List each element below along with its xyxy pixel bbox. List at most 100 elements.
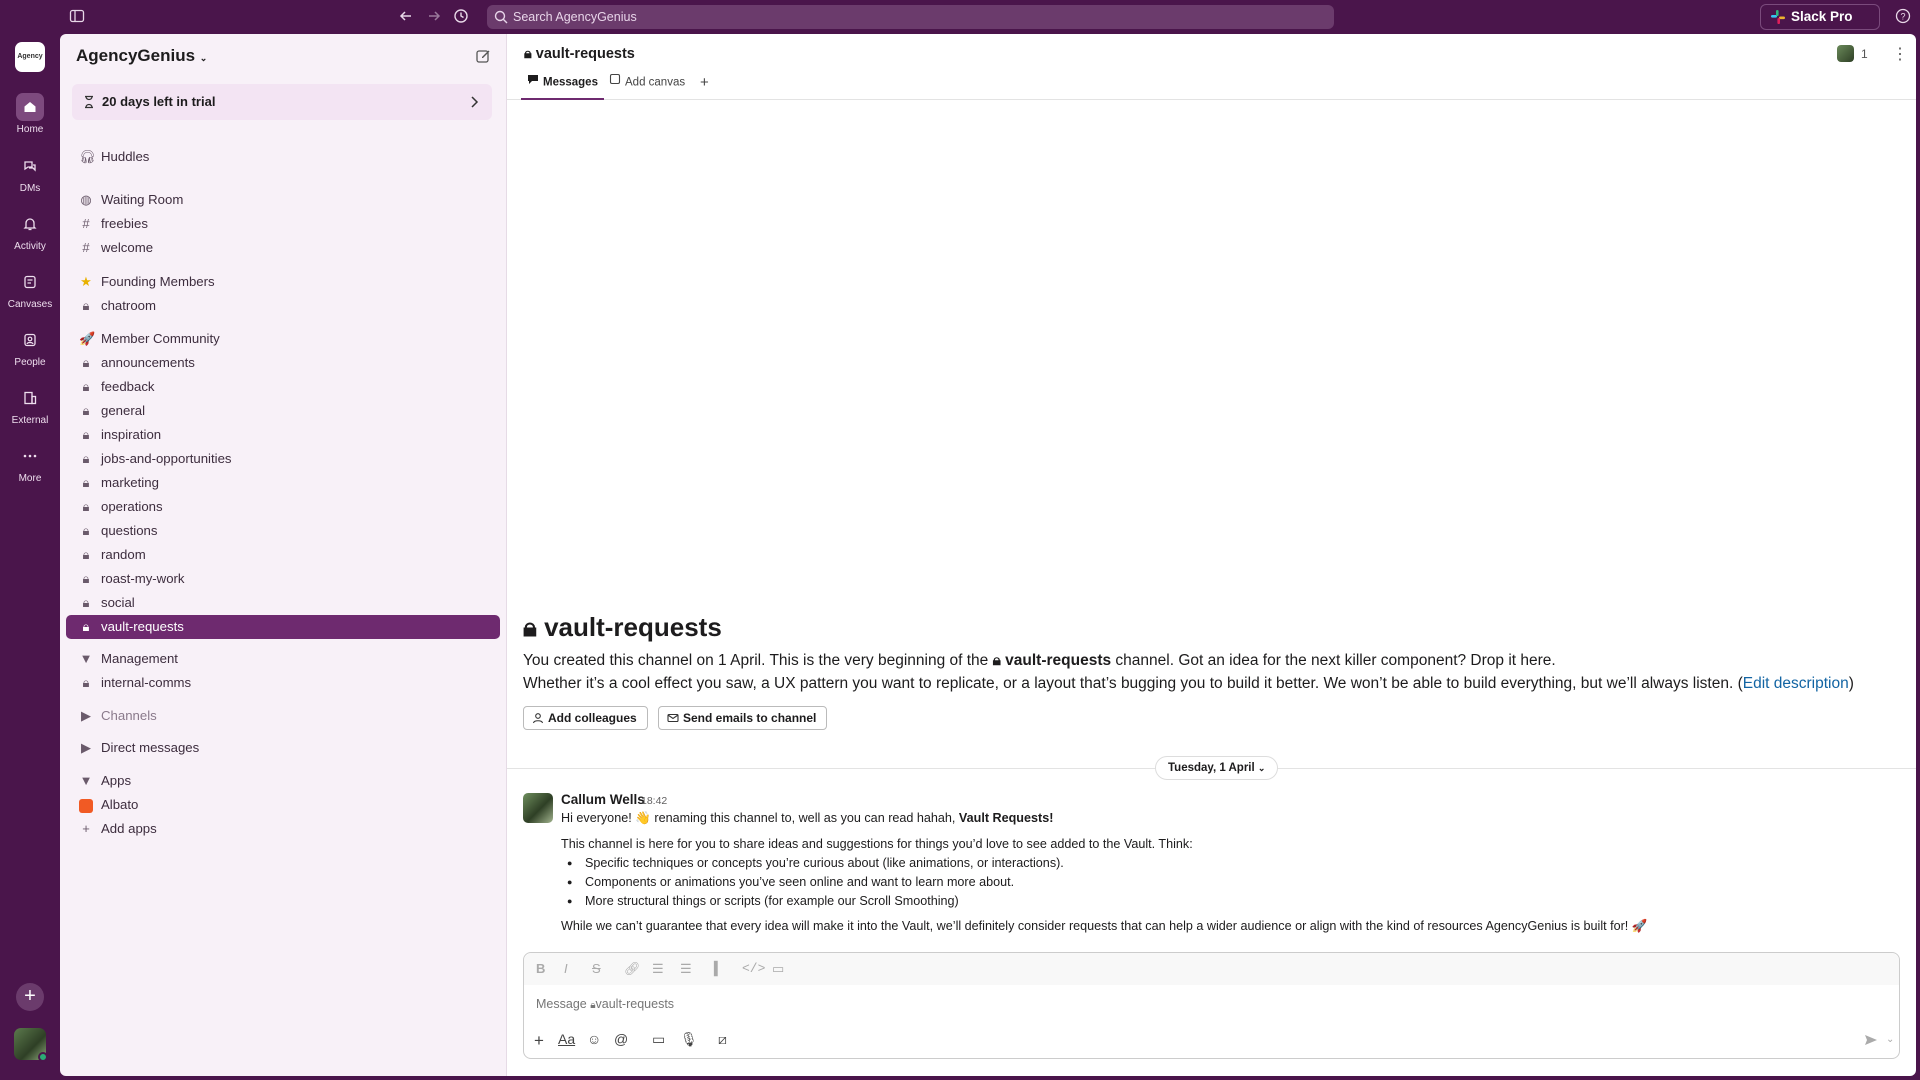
ordered-list-icon[interactable]: ☰ [652,961,664,977]
add-tab-button[interactable]: + [700,70,709,100]
date-divider[interactable]: Tuesday, 1 April ⌄ [1155,756,1279,780]
emoji-icon[interactable]: ☺ [587,1031,601,1047]
italic-icon[interactable]: I [564,961,568,976]
message-author[interactable]: Callum Wells [561,792,645,807]
code-block-icon[interactable]: ▭ [772,961,784,977]
compose-icon[interactable] [475,48,491,69]
send-emails-button[interactable]: Send emails to channel [658,706,828,730]
section-management[interactable]: ▼ Management [66,647,500,671]
rail-people[interactable]: People [0,326,60,368]
rail-people-label: People [14,357,46,368]
video-icon[interactable]: ▭ [652,1031,665,1048]
attach-plus-icon[interactable]: + [534,1031,544,1051]
section-apps[interactable]: ▼ Apps [66,769,500,793]
lock-icon: 🔒︎ [82,675,90,690]
dms-icon [16,152,44,180]
caret-right-icon: ▶ [81,708,91,723]
rail-home[interactable]: Home [0,93,60,135]
message-line-1: Hi everyone! 👋 renaming this channel to,… [561,811,1054,825]
sidebar-item-operations[interactable]: 🔒︎ operations [66,495,500,519]
sidebar-item-freebies[interactable]: # freebies [66,212,500,236]
lock-icon: 🔒︎ [82,523,90,538]
message-icon [527,70,539,95]
help-icon[interactable]: ? [1895,8,1913,26]
more-options-icon[interactable]: ⋮ [1892,44,1908,64]
tab-messages[interactable]: Messages [521,70,604,100]
lock-icon: 🔒︎ [82,427,90,442]
rail-dms[interactable]: DMs [0,152,60,194]
bulleted-list-icon[interactable]: ☰ [680,961,692,977]
members-button[interactable]: 1 [1837,44,1877,64]
sidebar-item-huddles[interactable]: 🎧︎ Huddles [66,145,500,169]
sidebar-item-questions[interactable]: 🔒︎ questions [66,519,500,543]
chevron-down-icon: ⌄ [199,53,208,63]
message-bullet: More structural things or scripts (for e… [567,894,959,908]
trial-banner[interactable]: 20 days left in trial [72,84,492,120]
send-options-chevron-icon[interactable]: ⌄ [1886,1034,1894,1045]
workspace-logo[interactable]: Agency [15,42,45,72]
sidebar-item-waiting-room[interactable]: ◍ Waiting Room [66,188,500,212]
channel-header-title[interactable]: 🔒︎ vault-requests [524,46,635,62]
sidebar-item-founding-members[interactable]: ★ Founding Members [66,270,500,294]
rail-activity[interactable]: Activity [0,210,60,252]
user-avatar[interactable] [14,1028,48,1062]
lock-icon: 🔒︎ [524,46,532,62]
home-icon [16,93,44,121]
history-icon[interactable] [453,8,471,26]
email-icon [667,713,679,723]
sidebar-item-member-community[interactable]: 🚀 Member Community [66,327,500,351]
slash-command-icon[interactable]: ⧄ [718,1031,727,1048]
create-new-button[interactable]: + [16,983,44,1011]
sidebar-item-roast-my-work[interactable]: 🔒︎ roast-my-work [66,567,500,591]
search-input[interactable]: Search AgencyGenius [487,5,1334,29]
rail-more[interactable]: More [0,442,60,484]
blockquote-icon[interactable]: ▍ [714,961,724,977]
mention-icon[interactable]: @ [614,1031,628,1047]
caret-down-icon: ▼ [79,651,93,666]
sidebar-item-welcome[interactable]: # welcome [66,236,500,260]
tab-add-canvas[interactable]: Add canvas [609,70,685,100]
lock-icon: 🔒︎ [82,619,90,634]
edit-description-link[interactable]: Edit description [1743,675,1849,692]
strikethrough-icon[interactable]: S [592,961,601,976]
sidebar-item-general[interactable]: 🔒︎ general [66,399,500,423]
trial-text: 20 days left in trial [102,94,216,109]
send-icon[interactable] [1864,1033,1878,1052]
sidebar-item-vault-requests[interactable]: 🔒︎ vault-requests [66,615,500,639]
message-input[interactable]: Message 🔒︎vault-requests [536,997,674,1011]
sidebar-item-feedback[interactable]: 🔒︎ feedback [66,375,500,399]
message-avatar[interactable] [523,793,553,823]
bold-icon[interactable]: B [536,961,545,976]
sidebar-item-marketing[interactable]: 🔒︎ marketing [66,471,500,495]
back-arrow-icon[interactable] [398,8,416,26]
formatting-toggle[interactable]: Aa [558,1031,575,1047]
sidebar-item-albato[interactable]: Albato [66,793,500,817]
sidebar-item-social[interactable]: 🔒︎ social [66,591,500,615]
sidebar-item-inspiration[interactable]: 🔒︎ inspiration [66,423,500,447]
canvas-icon [16,268,44,296]
workspace-menu[interactable]: AgencyGenius ⌄ [76,46,207,66]
forward-arrow-icon[interactable] [426,8,444,26]
microphone-icon[interactable]: 🎙︎ [680,1031,698,1048]
person-icon [532,713,544,724]
svg-text:?: ? [1900,12,1905,22]
sidebar-item-internal-comms[interactable]: 🔒︎ internal-comms [66,671,500,695]
sidebar-item-chatroom[interactable]: 🔒︎ chatroom [66,294,500,318]
sidebar-item-random[interactable]: 🔒︎ random [66,543,500,567]
slack-pro-trial-button[interactable]: Slack Pro trial [1760,4,1880,48]
sidebar-item-add-apps[interactable]: + Add apps [66,817,500,841]
rail-canvases[interactable]: Canvases [0,268,60,310]
sidebar-toggle-icon[interactable] [69,8,87,26]
link-icon[interactable]: 🔗︎ [624,961,641,977]
section-channels[interactable]: ▶ Channels [66,704,500,728]
lock-icon: 🔒︎ [82,355,90,370]
section-direct-messages[interactable]: ▶ Direct messages [66,736,500,760]
rail-external[interactable]: External [0,384,60,426]
sidebar-item-jobs-and-opportunities[interactable]: 🔒︎ jobs-and-opportunities [66,447,500,471]
rail-home-label: Home [16,124,44,135]
code-icon[interactable]: </> [742,961,765,976]
message-timestamp[interactable]: 18:42 [641,795,667,807]
add-colleagues-button[interactable]: Add colleagues [523,706,648,730]
channel-mention[interactable]: 🔒︎ vault-requests [993,652,1112,669]
sidebar-item-announcements[interactable]: 🔒︎ announcements [66,351,500,375]
